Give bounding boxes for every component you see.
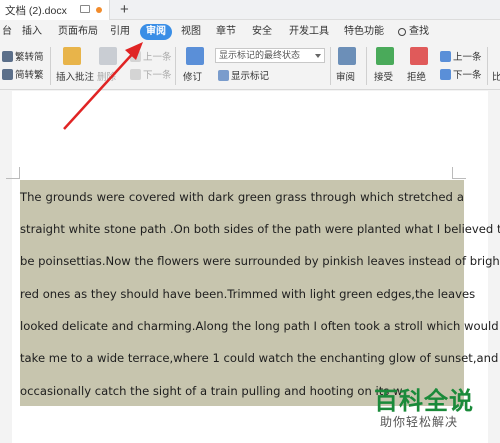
divider [50, 47, 51, 85]
unsaved-dot-icon [96, 7, 102, 13]
watermark: 百科全说 助你轻松解决 [368, 377, 492, 437]
tab-features[interactable]: 特色功能 [344, 24, 384, 40]
tab-search[interactable]: 查找 [398, 24, 429, 40]
watermark-logo: 百科全说 [374, 388, 474, 415]
document-tab[interactable]: 文档 (2).docx [0, 0, 110, 20]
convert-icon [2, 68, 13, 80]
next-change-label: 下一条 [453, 70, 482, 81]
chevron-down-icon [315, 54, 321, 58]
review-ribbon: 繁转简 简转繁 插入批注 删除 上一条 下一条 修订 显示标记的最终状态 显示标… [0, 43, 500, 90]
tab-search-label: 查找 [409, 26, 429, 37]
margin-corner-mark [6, 167, 20, 179]
paragraph-line[interactable]: straight white stone path .On both sides… [20, 222, 500, 236]
tab-partial[interactable]: 台 [2, 24, 12, 40]
divider [487, 47, 488, 85]
convert-icon [2, 50, 13, 62]
accept-button[interactable]: 接受 [374, 69, 393, 83]
jian-to-fan-label: 简转繁 [15, 70, 44, 81]
review-pane-icon[interactable] [338, 47, 356, 65]
track-changes-icon[interactable] [186, 47, 204, 65]
margin-corner-mark [452, 167, 466, 179]
menu-bar: 台 插入 页面布局 引用 审阅 视图 章节 安全 开发工具 特色功能 查找 [0, 21, 500, 43]
accept-icon[interactable] [376, 47, 394, 65]
fan-to-jian-label: 繁转简 [15, 52, 44, 63]
tab-developer[interactable]: 开发工具 [289, 24, 329, 40]
insert-comment-icon[interactable] [63, 47, 81, 65]
title-bar: 文档 (2).docx + [0, 0, 500, 20]
tab-section[interactable]: 章节 [216, 24, 236, 40]
markup-state-dropdown[interactable]: 显示标记的最终状态 [215, 48, 325, 63]
delete-comment-icon[interactable] [99, 47, 117, 65]
divider [366, 47, 367, 85]
jian-to-fan-button[interactable]: 简转繁 [2, 67, 44, 81]
next-icon [130, 68, 141, 80]
prev-comment-label: 上一条 [143, 52, 172, 63]
display-markup-label: 显示标记 [231, 71, 270, 82]
markup-icon [218, 69, 229, 81]
prev-change-label: 上一条 [453, 52, 482, 63]
search-icon [398, 28, 406, 36]
next-comment-label: 下一条 [143, 70, 172, 81]
tab-security[interactable]: 安全 [252, 24, 272, 40]
display-markup-button[interactable]: 显示标记 [218, 68, 269, 82]
markup-state-value: 显示标记的最终状态 [219, 50, 301, 60]
tab-references[interactable]: 引用 [110, 24, 130, 40]
next-change-button[interactable]: 下一条 [440, 67, 482, 81]
divider [330, 47, 331, 85]
paragraph-line[interactable]: be poinsettias.Now the flowers were surr… [20, 254, 500, 268]
prev-change-icon [440, 50, 451, 62]
prev-change-button[interactable]: 上一条 [440, 49, 482, 63]
next-comment-button[interactable]: 下一条 [130, 67, 172, 81]
watermark-tagline: 助你轻松解决 [380, 415, 459, 429]
insert-comment-button[interactable]: 插入批注 [56, 69, 94, 83]
compare-button[interactable]: 比 [492, 69, 500, 83]
tab-page-layout[interactable]: 页面布局 [58, 24, 98, 40]
paragraph-line[interactable]: looked delicate and charming.Along the l… [20, 319, 499, 333]
track-changes-button[interactable]: 修订 [183, 69, 202, 83]
doc-title: 文档 (2).docx [5, 4, 67, 17]
tab-view[interactable]: 视图 [181, 24, 201, 40]
tab-review[interactable]: 审阅 [140, 24, 172, 40]
paragraph-line[interactable]: take me to a wide terrace,where 1 could … [20, 351, 498, 365]
fan-to-jian-button[interactable]: 繁转简 [2, 49, 44, 63]
prev-comment-button[interactable]: 上一条 [130, 49, 172, 63]
add-tab-button[interactable]: + [120, 1, 129, 18]
divider [175, 47, 176, 85]
tab-insert[interactable]: 插入 [22, 24, 42, 40]
paragraph-line[interactable]: The grounds were covered with dark green… [20, 190, 464, 204]
delete-comment-button[interactable]: 删除 [97, 69, 116, 83]
monitor-icon[interactable] [80, 5, 90, 13]
next-change-icon [440, 68, 451, 80]
review-pane-button[interactable]: 审阅 [336, 69, 355, 83]
prev-icon [130, 50, 141, 62]
reject-button[interactable]: 拒绝 [407, 69, 426, 83]
reject-icon[interactable] [410, 47, 428, 65]
paragraph-line[interactable]: red ones as they should have been.Trimme… [20, 287, 475, 301]
